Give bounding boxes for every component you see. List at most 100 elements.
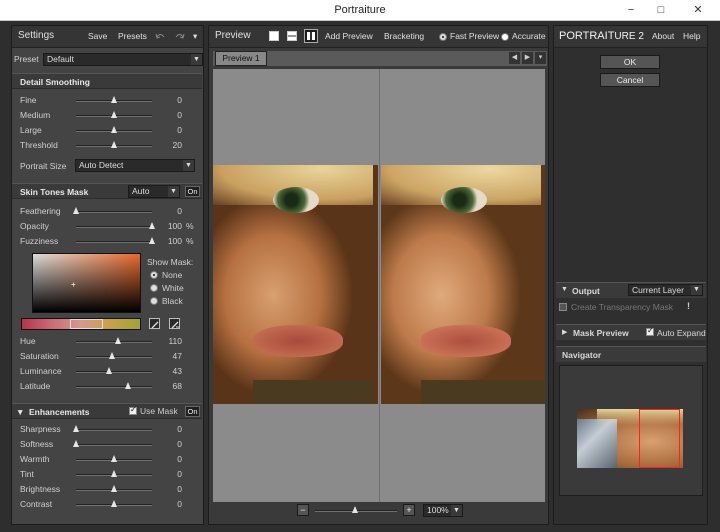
use-mask-label: Use Mask xyxy=(140,406,178,416)
split-horizontal-icon[interactable] xyxy=(287,31,297,41)
use-mask-checkbox[interactable] xyxy=(129,405,137,415)
split-divider[interactable] xyxy=(379,69,380,502)
maximize-button[interactable]: □ xyxy=(646,0,676,20)
slider-thumb[interactable] xyxy=(111,126,117,133)
slider-track[interactable] xyxy=(76,429,152,431)
save-button[interactable]: Save xyxy=(88,31,107,41)
ok-button[interactable]: OK xyxy=(600,55,660,69)
preset-value: Default xyxy=(47,54,74,64)
auto-expand-label: Auto Expand xyxy=(657,328,706,338)
slider-thumb[interactable] xyxy=(73,440,79,447)
zoom-out-button[interactable]: − xyxy=(297,504,309,516)
slider-thumb[interactable] xyxy=(149,222,155,229)
add-preview-button[interactable]: Add Preview xyxy=(325,31,373,41)
slider-thumb[interactable] xyxy=(111,96,117,103)
accurate-radio[interactable] xyxy=(501,33,509,41)
preview-canvas[interactable] xyxy=(213,69,545,502)
eyedropper-icon[interactable] xyxy=(149,318,160,329)
slider-label: Saturation xyxy=(20,351,59,361)
output-dropdown[interactable]: Current Layer ▼ xyxy=(628,284,703,296)
hue-range-selector[interactable] xyxy=(70,319,103,329)
auto-expand-checkbox[interactable] xyxy=(646,326,654,336)
cancel-button[interactable]: Cancel xyxy=(600,73,660,87)
tab-prev-icon[interactable]: ◀ xyxy=(509,52,520,64)
eyedropper-minus-icon[interactable] xyxy=(169,318,180,329)
close-button[interactable]: ✕ xyxy=(676,0,720,20)
slider-thumb[interactable] xyxy=(111,485,117,492)
slider-unit: % xyxy=(186,221,194,231)
tab-menu-icon[interactable]: ▾ xyxy=(535,52,546,64)
zoom-in-button[interactable]: + xyxy=(403,504,415,516)
show-mask-option-label: None xyxy=(162,270,183,280)
skin-color-field[interactable]: + xyxy=(32,253,141,313)
undo-icon[interactable] xyxy=(155,32,165,41)
chevron-down-icon: ▼ xyxy=(451,505,462,516)
preview-header: Preview Add Preview Bracketing Fast Prev… xyxy=(209,26,548,48)
slider-thumb[interactable] xyxy=(111,141,117,148)
slider-thumb[interactable] xyxy=(111,111,117,118)
help-button[interactable]: Help xyxy=(683,31,700,41)
slider-thumb[interactable] xyxy=(73,207,79,214)
brand-logo: PORTRAITURE 2 xyxy=(559,30,644,42)
fast-preview-radio[interactable] xyxy=(439,33,447,41)
collapse-icon[interactable]: ▼ xyxy=(16,407,24,417)
skin-on-toggle[interactable]: On xyxy=(185,186,200,197)
slider-track[interactable] xyxy=(76,241,152,243)
settings-header: Settings Save Presets ▾ xyxy=(12,26,203,48)
enhancements-on-toggle[interactable]: On xyxy=(185,406,200,417)
slider-track[interactable] xyxy=(76,386,152,388)
menu-icon[interactable]: ▾ xyxy=(193,31,197,42)
redo-icon[interactable] xyxy=(175,32,185,41)
slider-track[interactable] xyxy=(76,226,152,228)
navigator-viewport-box[interactable] xyxy=(639,409,680,468)
navigator-title: Navigator xyxy=(562,350,602,360)
minimize-button[interactable]: − xyxy=(616,0,646,20)
single-view-icon[interactable] xyxy=(269,31,279,41)
presets-button[interactable]: Presets xyxy=(118,31,147,41)
expand-icon[interactable]: ▶ xyxy=(562,328,567,336)
tab-bar: Preview 1 ◀ ▶ ▾ xyxy=(213,51,547,66)
slider-track[interactable] xyxy=(76,371,152,373)
slider-label: Brightness xyxy=(20,484,61,494)
slider-thumb[interactable] xyxy=(149,237,155,244)
slider-label: Fuzziness xyxy=(20,236,59,246)
portrait-size-dropdown[interactable]: Auto Detect ▼ xyxy=(75,159,195,172)
slider-label: Softness xyxy=(20,439,54,449)
zoom-dropdown[interactable]: 100% ▼ xyxy=(423,504,463,517)
slider-track[interactable] xyxy=(76,444,152,446)
slider-value: 68 xyxy=(172,381,182,391)
preset-dropdown[interactable]: Default ▼ xyxy=(43,53,203,66)
slider-label: Tint xyxy=(20,469,34,479)
show-mask-radio-none[interactable] xyxy=(150,271,158,279)
show-mask-radio-black[interactable] xyxy=(150,297,158,305)
slider-thumb[interactable] xyxy=(73,425,79,432)
slider-thumb[interactable] xyxy=(111,455,117,462)
app-frame: Settings Save Presets ▾ Preset Default ▼… xyxy=(0,21,720,532)
output-value: Current Layer xyxy=(632,285,684,295)
about-button[interactable]: About xyxy=(652,31,674,41)
retouched-photo xyxy=(381,165,545,404)
slider-thumb[interactable] xyxy=(111,500,117,507)
show-mask-radio-white[interactable] xyxy=(150,284,158,292)
tab-next-icon[interactable]: ▶ xyxy=(522,52,533,64)
slider-thumb[interactable] xyxy=(108,352,115,359)
collapse-icon[interactable]: ▼ xyxy=(561,286,568,293)
window-title: Portraiture xyxy=(334,4,386,16)
slider-thumb[interactable] xyxy=(111,470,117,477)
slider-value: 0 xyxy=(177,206,182,216)
slider-unit: % xyxy=(186,236,194,246)
hue-range-bar[interactable] xyxy=(21,318,141,330)
skin-mode-dropdown[interactable]: Auto ▼ xyxy=(128,185,180,198)
slider-thumb[interactable] xyxy=(124,382,131,389)
split-vertical-icon[interactable] xyxy=(304,29,318,43)
slider-value: 20 xyxy=(172,140,182,150)
slider-track[interactable] xyxy=(76,211,152,213)
transparency-mask-checkbox[interactable] xyxy=(559,303,567,311)
zoom-slider-thumb[interactable] xyxy=(352,506,358,513)
slider-thumb[interactable] xyxy=(114,337,121,344)
zoom-value: 100% xyxy=(427,505,449,515)
tab-preview-1[interactable]: Preview 1 xyxy=(215,51,267,66)
bracketing-button[interactable]: Bracketing xyxy=(384,31,424,41)
slider-thumb[interactable] xyxy=(105,367,112,374)
navigator-view[interactable] xyxy=(559,365,703,496)
